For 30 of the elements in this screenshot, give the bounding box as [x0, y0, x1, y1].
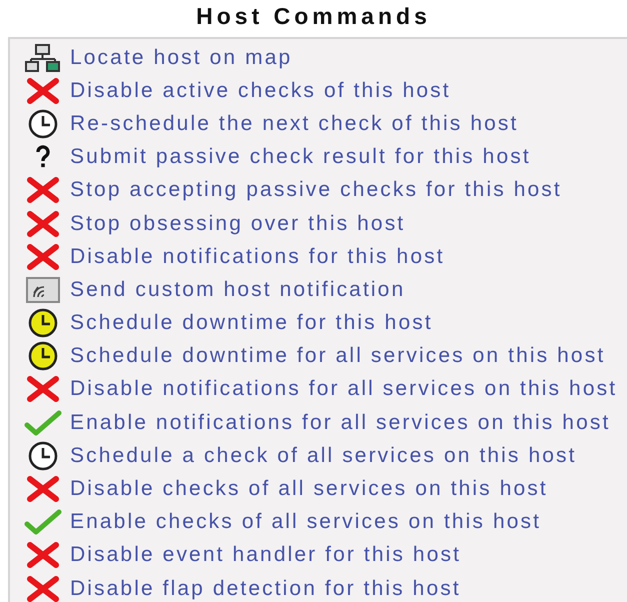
command-link[interactable]: Submit passive check result for this host — [70, 144, 531, 170]
cross-icon — [26, 376, 60, 402]
command-link[interactable]: Disable event handler for this host — [70, 542, 462, 568]
command-link[interactable]: Schedule a check of all services on this host — [70, 442, 577, 469]
command-link[interactable]: Stop accepting passive checks for this host — [70, 177, 562, 204]
command-link[interactable]: Locate host on map — [70, 44, 292, 71]
command-link[interactable]: Disable flap detection for this host — [70, 576, 461, 602]
command-link[interactable]: Disable notifications for all services on this host — [70, 376, 618, 402]
command-link[interactable]: Stop obsessing over this host — [70, 210, 406, 237]
command-link[interactable]: Schedule downtime for this host — [70, 310, 433, 336]
command-link[interactable]: Disable notifications for this host — [70, 244, 445, 270]
command-link[interactable]: Enable notifications for all services on this host — [70, 410, 610, 436]
section-title: Host Commands — [196, 2, 431, 31]
network-icon — [25, 44, 61, 72]
command-link[interactable]: Enable checks of all services on this host — [70, 509, 542, 536]
cross-icon — [26, 542, 60, 568]
cross-icon — [26, 78, 60, 104]
command-link[interactable]: Schedule downtime for all services on this host — [70, 343, 606, 370]
cross-icon — [26, 576, 60, 602]
cross-icon — [26, 476, 60, 502]
command-link[interactable]: Send custom host notification — [70, 276, 406, 303]
cross-icon — [26, 177, 60, 204]
command-link[interactable]: Disable checks of all services on this host — [70, 476, 548, 502]
command-link[interactable]: Disable active checks of this host — [70, 78, 451, 104]
cross-icon — [26, 210, 60, 237]
command-link[interactable]: Re-schedule the next check of this host — [70, 110, 518, 137]
check-icon — [24, 410, 62, 436]
check-icon — [24, 509, 62, 536]
signal-icon — [26, 276, 60, 303]
cross-icon — [26, 244, 60, 270]
